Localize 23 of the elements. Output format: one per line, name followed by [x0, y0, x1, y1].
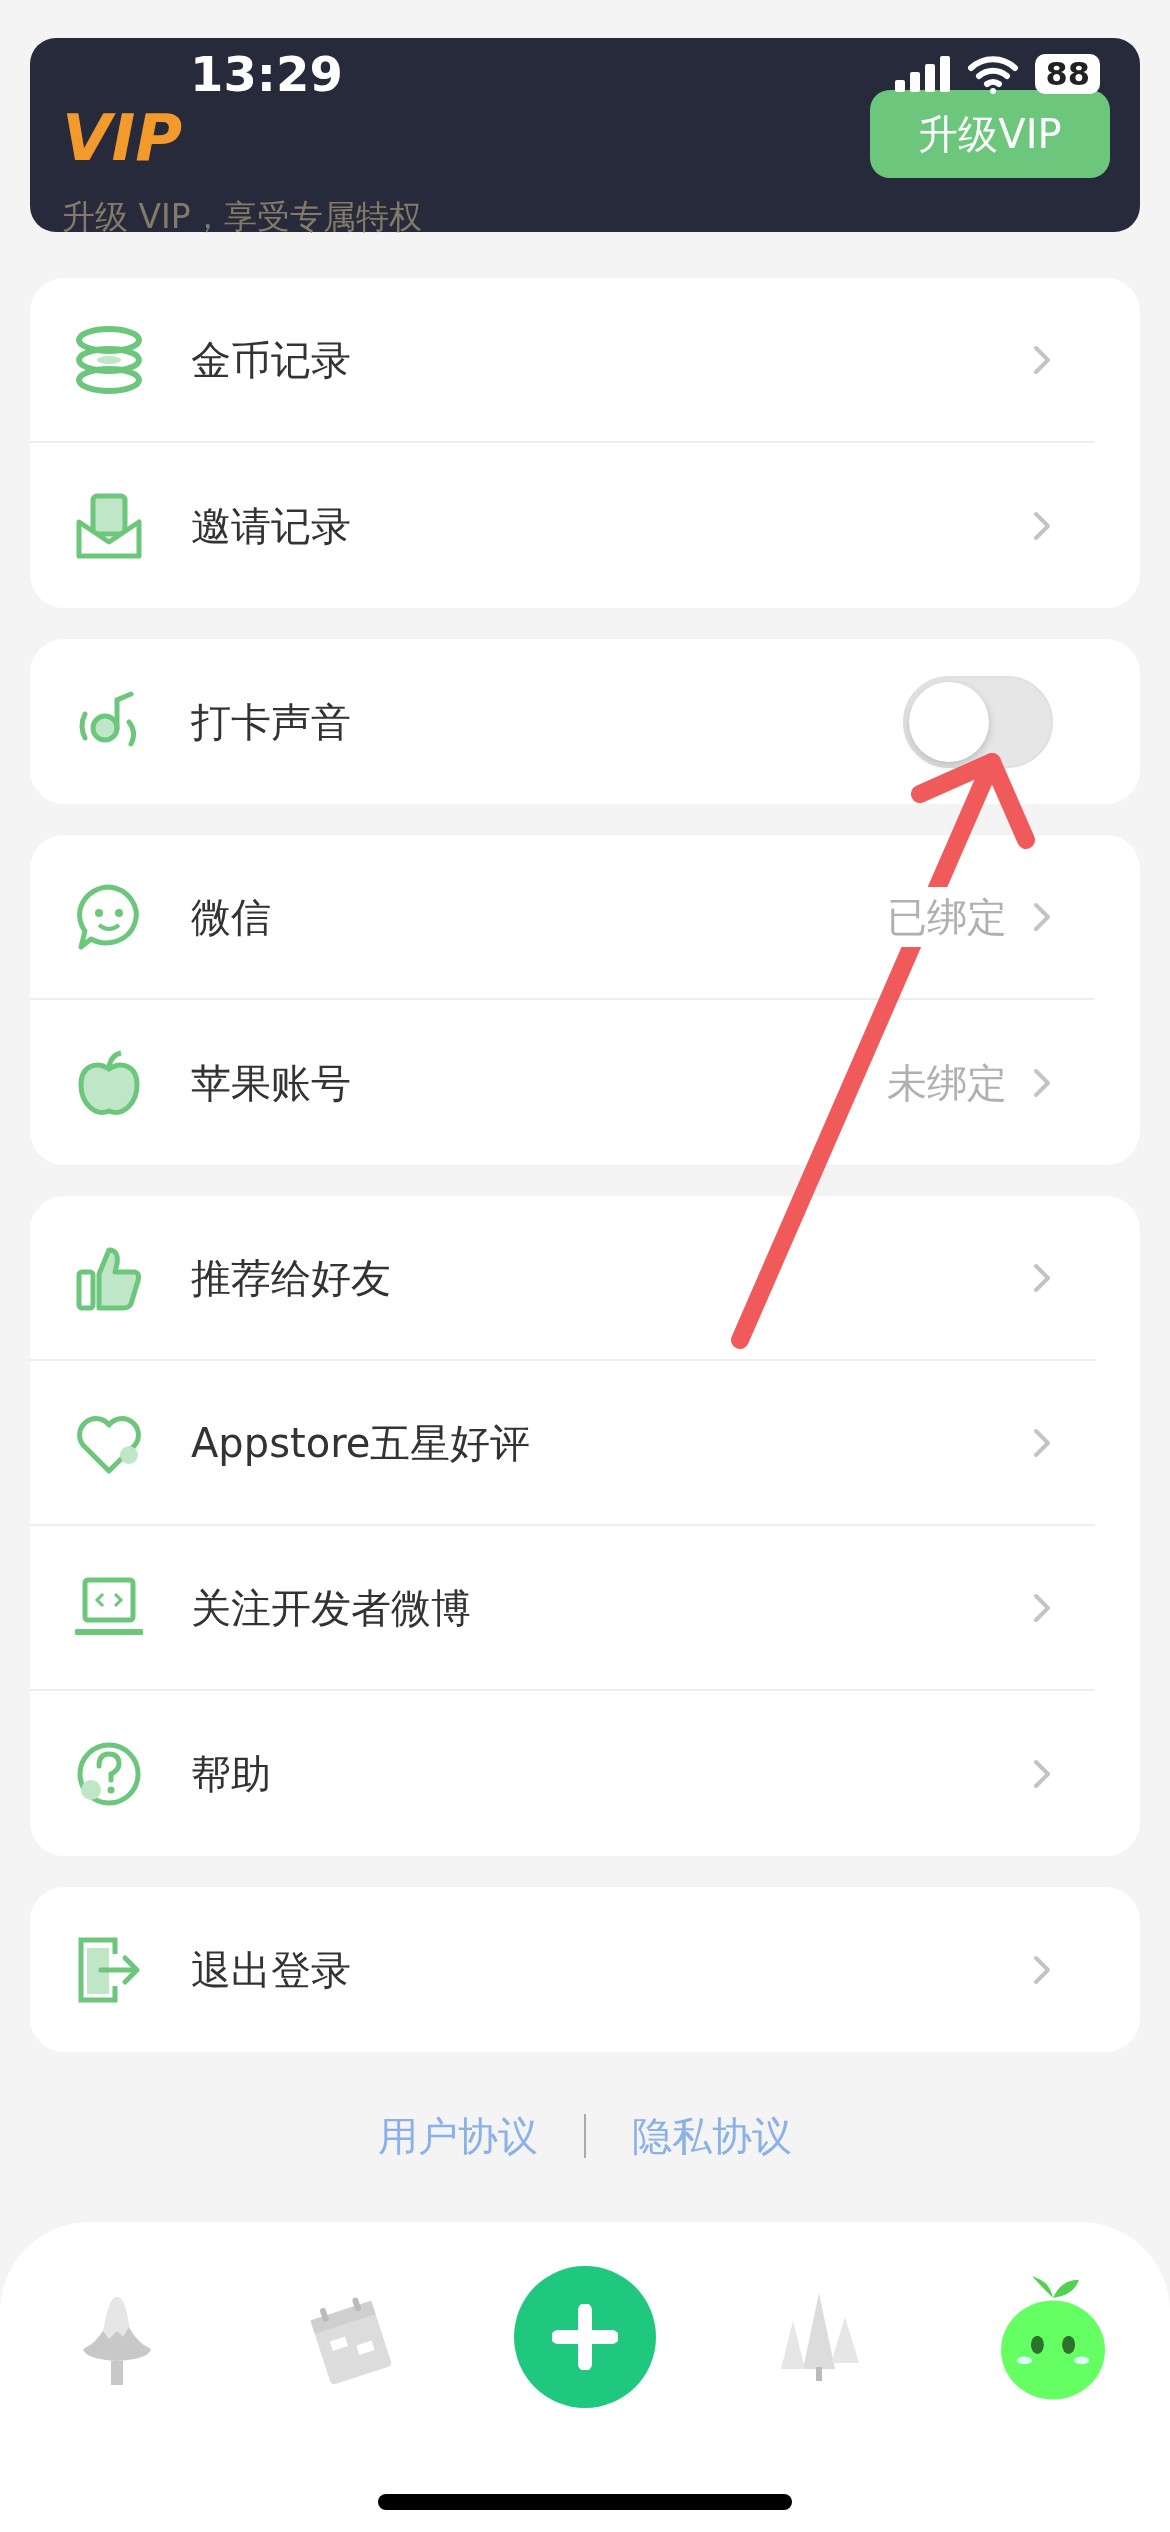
status-time: 13:29 [190, 50, 343, 98]
row-label: 苹果账号 [191, 1058, 352, 1108]
row-label: 关注开发者微博 [191, 1583, 472, 1633]
upgrade-vip-button[interactable]: 升级VIP [870, 90, 1110, 178]
row-label: 邀请记录 [191, 501, 352, 551]
row-label: 打卡声音 [191, 697, 352, 747]
vip-logo: VIP [62, 106, 184, 170]
banner-subtitle: 升级 VIP，享受专属特权 [62, 196, 422, 238]
footer-link[interactable]: 用户协议 [378, 2106, 538, 2166]
signal-icon [895, 54, 952, 94]
row-label: 退出登录 [191, 1945, 352, 1995]
binding-status: 已绑定 [887, 886, 1007, 947]
row-label: Appstore五星好评 [191, 1418, 532, 1468]
envelope-icon [75, 491, 143, 560]
row-label: 推荐给好友 [191, 1253, 392, 1303]
footer-link[interactable]: 隐私协议 [632, 2106, 792, 2166]
coins-icon [75, 325, 143, 394]
plus-icon [552, 2304, 618, 2370]
row-label: 帮助 [191, 1749, 272, 1799]
wifi-icon [967, 54, 1020, 94]
battery-level: 88 [1035, 54, 1100, 94]
row-label: 微信 [191, 892, 272, 942]
row-label: 金币记录 [191, 335, 352, 385]
